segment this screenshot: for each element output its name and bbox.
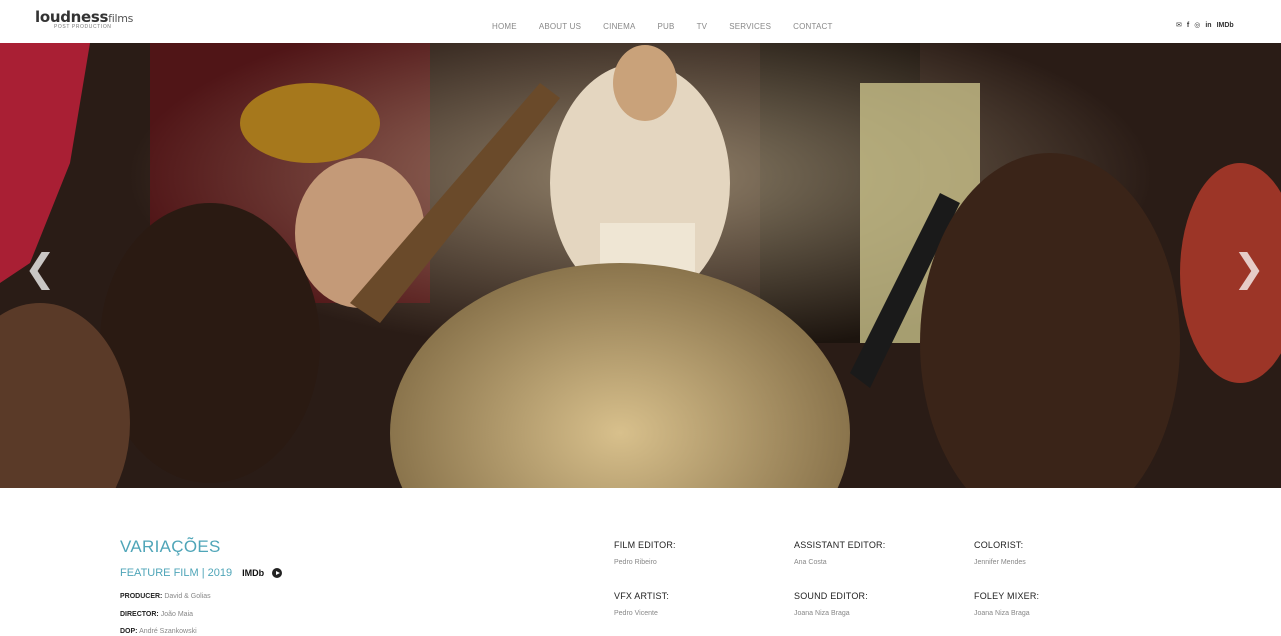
- crew-name-vfx-artist: Pedro Vicente: [614, 610, 658, 617]
- nav-tv[interactable]: TV: [697, 22, 708, 31]
- film-info-section: VARIAÇÕES FEATURE FILM | 2019 IMDb PRODU…: [0, 488, 1281, 636]
- linkedin-icon[interactable]: in: [1205, 22, 1211, 30]
- instagram-icon[interactable]: ◎: [1194, 22, 1200, 30]
- brand-logo[interactable]: loudnessfilms POST PRODUCTION: [35, 8, 134, 30]
- crew-name-sound-editor: Joana Niza Braga: [794, 610, 850, 617]
- crew-role-vfx-artist: VFX ARTIST:: [614, 591, 670, 601]
- crew-role-foley-mixer: FOLEY MIXER:: [974, 591, 1040, 601]
- nav-services[interactable]: SERVICES: [729, 22, 771, 31]
- logo-tagline: POST PRODUCTION: [54, 24, 112, 30]
- crew-name-film-editor: Pedro Ribeiro: [614, 559, 657, 566]
- nav-about-us[interactable]: ABOUT US: [539, 22, 581, 31]
- facebook-icon[interactable]: f: [1187, 22, 1189, 30]
- nav-home[interactable]: HOME: [492, 22, 517, 31]
- hero-image: [0, 43, 1281, 488]
- credit-director: DIRECTOR: João Maia: [120, 611, 194, 618]
- imdb-link[interactable]: IMDb: [242, 568, 264, 578]
- credit-dop: DOP: André Szankowski: [120, 628, 197, 635]
- slider-next-arrow-icon[interactable]: ❯: [1233, 248, 1265, 288]
- crew-name-foley-mixer: Joana Niza Braga: [974, 610, 1030, 617]
- film-title: VARIAÇÕES: [120, 537, 221, 556]
- crew-role-assistant-editor: ASSISTANT EDITOR:: [794, 540, 886, 550]
- imdb-icon[interactable]: IMDb: [1217, 22, 1234, 30]
- slider-prev-arrow-icon[interactable]: ❮: [24, 248, 56, 288]
- social-links: ✉ f ◎ in IMDb: [1176, 22, 1234, 30]
- nav-cinema[interactable]: CINEMA: [603, 22, 635, 31]
- hero-slider: ❮ ❯: [0, 43, 1281, 488]
- crew-name-assistant-editor: Ana Costa: [794, 559, 827, 566]
- film-subtitle-row: FEATURE FILM | 2019 IMDb: [120, 567, 283, 579]
- email-icon[interactable]: ✉: [1176, 22, 1182, 30]
- crew-role-film-editor: FILM EDITOR:: [614, 540, 676, 550]
- site-header: loudnessfilms POST PRODUCTION HOME ABOUT…: [0, 0, 1281, 43]
- logo-light-text: films: [108, 12, 134, 25]
- film-subtitle: FEATURE FILM | 2019: [120, 567, 233, 579]
- crew-name-colorist: Jennifer Mendes: [974, 559, 1026, 566]
- play-trailer-icon[interactable]: [272, 568, 283, 578]
- crew-role-colorist: COLORIST:: [974, 540, 1024, 550]
- nav-contact[interactable]: CONTACT: [793, 22, 832, 31]
- crew-role-sound-editor: SOUND EDITOR:: [794, 591, 868, 601]
- nav-pub[interactable]: PUB: [658, 22, 675, 31]
- credit-producer: PRODUCER: David & Golias: [120, 593, 211, 600]
- main-nav: HOME ABOUT US CINEMA PUB TV SERVICES CON…: [492, 22, 855, 31]
